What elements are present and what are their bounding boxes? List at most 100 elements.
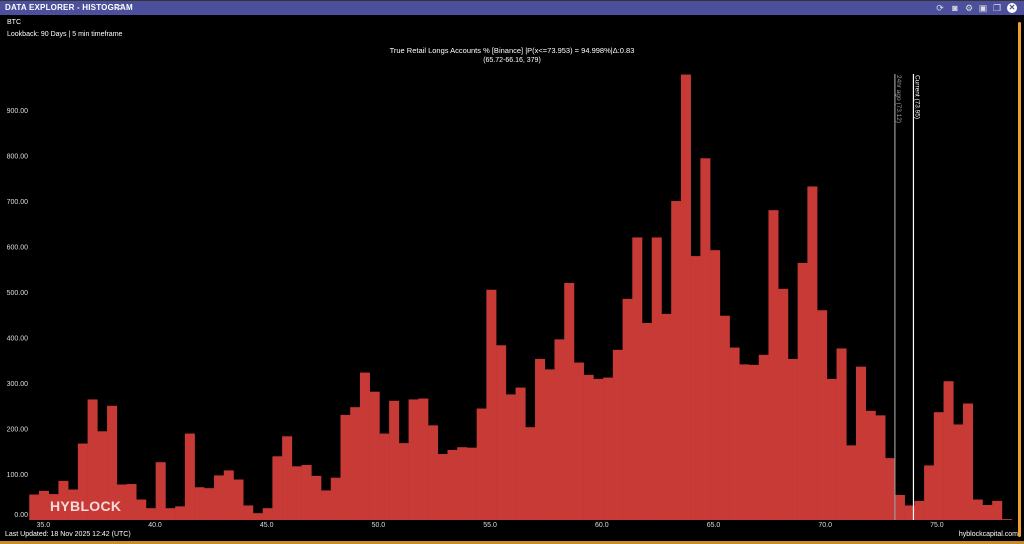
x-tick-label: 40.0 — [148, 522, 162, 529]
histogram-bar — [710, 250, 721, 520]
histogram-bar — [739, 364, 750, 520]
hyblock-watermark-logo: HYBLOCK — [50, 498, 122, 514]
histogram-bar — [836, 348, 847, 520]
scrollbar[interactable] — [1018, 22, 1021, 537]
histogram-bar — [340, 414, 351, 520]
y-tick-label: 600.00 — [7, 245, 29, 252]
histogram-bar — [758, 354, 769, 520]
histogram-bar — [729, 347, 740, 520]
histogram-bar — [690, 256, 701, 520]
histogram-bar — [29, 494, 40, 520]
histogram-bar — [1001, 519, 1012, 520]
histogram-bar — [505, 394, 516, 520]
y-tick-label: 500.00 — [7, 290, 29, 297]
histogram-bar — [350, 407, 361, 520]
histogram-bar — [719, 315, 730, 520]
histogram-bar — [982, 504, 993, 520]
histogram-bar — [408, 399, 419, 520]
histogram-bar — [525, 427, 536, 520]
x-tick-label: 50.0 — [372, 522, 386, 529]
y-tick-label: 900.00 — [7, 108, 29, 115]
histogram-bar — [457, 447, 468, 520]
histogram-bar — [175, 506, 186, 520]
last-updated: Last Updated: 18 Nov 2025 12:42 (UTC) — [5, 531, 131, 538]
histogram-bar — [671, 201, 682, 521]
histogram-bar — [564, 282, 575, 520]
histogram-bar — [369, 391, 380, 520]
histogram-bar — [632, 237, 643, 520]
histogram-bar — [817, 310, 828, 520]
histogram-bar — [593, 378, 604, 520]
histogram-bar — [136, 499, 147, 520]
histogram-bar — [155, 462, 166, 520]
histogram-bar — [992, 500, 1003, 520]
histogram-bar — [476, 408, 487, 520]
histogram-bar — [223, 470, 234, 520]
y-tick-label: 400.00 — [7, 336, 29, 343]
histogram-bar — [856, 366, 867, 520]
histogram-bar — [807, 186, 818, 521]
histogram-bar — [768, 210, 779, 520]
histogram-bar — [252, 513, 263, 520]
histogram-bar — [642, 322, 653, 520]
histogram-bar — [389, 400, 400, 520]
histogram-bar — [826, 378, 837, 520]
histogram-bar — [535, 358, 546, 520]
x-tick-label: 70.0 — [818, 522, 832, 529]
histogram-bar — [437, 454, 448, 520]
histogram-bar — [661, 313, 672, 520]
histogram-bar — [38, 490, 49, 520]
histogram-bar — [301, 464, 312, 520]
histogram-bar — [573, 362, 584, 520]
y-tick-label: 700.00 — [7, 199, 29, 206]
histogram-bar — [214, 475, 225, 520]
24hr-ago-marker-label: 24hr ago (73.12) — [895, 75, 902, 123]
histogram-bar — [933, 412, 944, 520]
histogram-bar — [359, 372, 370, 520]
histogram-bar — [583, 374, 594, 520]
histogram-bar — [311, 475, 322, 520]
histogram-bar — [885, 458, 896, 520]
histogram-bar — [865, 410, 876, 520]
histogram-bar — [262, 508, 273, 520]
y-tick-label: 200.00 — [7, 427, 29, 434]
histogram-bar — [963, 403, 974, 520]
histogram-bar — [680, 74, 691, 521]
y-tick-label: 300.00 — [7, 381, 29, 388]
x-tick-label: 45.0 — [260, 522, 274, 529]
histogram-bar — [622, 298, 633, 520]
histogram-bar — [651, 237, 662, 520]
histogram-bar — [194, 487, 205, 520]
histogram-bar — [330, 477, 341, 520]
histogram-bar — [126, 484, 137, 520]
histogram-bar — [321, 490, 332, 520]
x-tick-label: 65.0 — [707, 522, 721, 529]
histogram-bar — [418, 398, 429, 520]
histogram-bar — [700, 158, 711, 520]
histogram-bar — [544, 369, 555, 520]
histogram-bar — [603, 377, 614, 520]
histogram-bar — [778, 288, 789, 520]
y-tick-label: 0.00 — [14, 512, 28, 519]
histogram-bar — [797, 262, 808, 520]
histogram-bar — [875, 415, 886, 520]
y-tick-label: 100.00 — [7, 472, 29, 479]
histogram-bar — [282, 436, 293, 520]
histogram-bar — [398, 443, 409, 520]
histogram-bar — [496, 345, 507, 520]
histogram-bar — [787, 358, 798, 520]
histogram-bar — [953, 424, 964, 520]
histogram-bar — [894, 494, 905, 520]
x-tick-label: 60.0 — [595, 522, 609, 529]
site-link[interactable]: hyblockcapital.com — [959, 531, 1018, 538]
histogram-bar — [447, 449, 458, 520]
current-marker-label: Current (73.95) — [913, 75, 920, 119]
histogram-bar — [749, 364, 760, 520]
histogram-bar — [554, 339, 565, 520]
histogram-bar — [914, 500, 925, 520]
histogram-bar — [291, 466, 302, 520]
histogram-bar — [515, 387, 526, 520]
x-tick-label: 75.0 — [930, 522, 944, 529]
histogram-bar — [846, 445, 857, 520]
histogram-bar — [145, 508, 156, 520]
